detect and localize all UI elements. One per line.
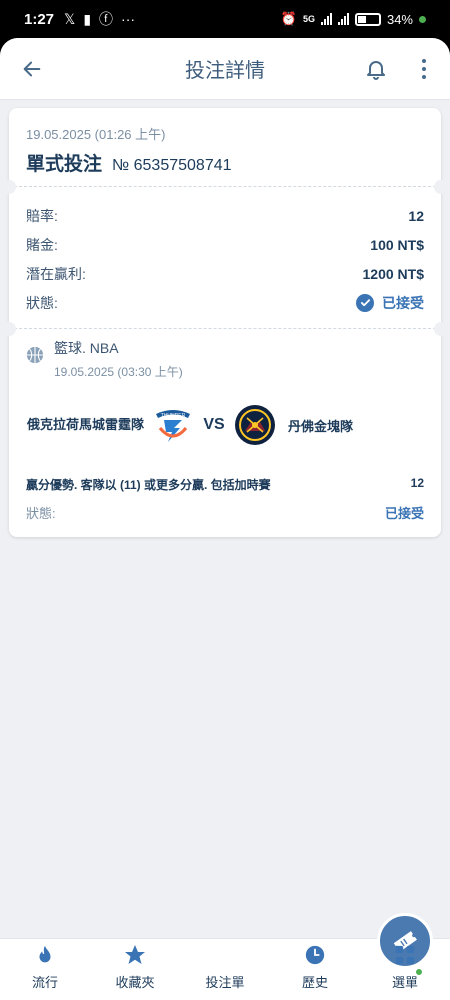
potential-win-label: 潛在贏利: — [26, 265, 86, 282]
facebook-icon: ⓕ — [99, 11, 114, 27]
dot — [422, 59, 426, 63]
nav-favorites[interactable]: 收藏夾 — [90, 939, 180, 1000]
potential-win-value: 1200 NT$ — [362, 265, 424, 282]
nav-betslip[interactable]: 投注單 — [180, 913, 433, 1000]
divider — [2, 180, 448, 194]
event-section: 籃球. NBA 19.05.2025 (03:30 上午) 俄克拉荷馬城雷霆隊 … — [9, 329, 441, 537]
nav-menu[interactable]: 選單 — [360, 939, 450, 1000]
selection-text: 贏分優勢. 客隊以 (11) 或更多分贏. 包括加時賽 — [26, 478, 271, 492]
grid-icon — [393, 943, 417, 967]
nuggets-logo-icon — [234, 404, 276, 446]
signal-icon — [320, 13, 332, 25]
selection-odds: 12 — [410, 476, 424, 490]
clock-icon — [303, 943, 327, 967]
nav-menu-label: 選單 — [391, 975, 418, 990]
status-badge: 已接受 — [356, 293, 424, 313]
menu-badge-dot — [415, 968, 423, 976]
arrow-left-icon — [23, 61, 41, 76]
status-time: 1:27 — [24, 10, 55, 28]
star-icon — [123, 943, 147, 967]
league-name: 籃球. NBA — [54, 340, 119, 356]
battery-level: 34% — [386, 11, 413, 27]
nav-betslip-label: 投注單 — [205, 975, 245, 990]
top-app-bar: 投注詳情 — [0, 38, 450, 100]
bet-values: 賠率: 12 賭金: 100 NT$ 潛在贏利: 1200 NT$ 狀態: 已接… — [9, 187, 441, 328]
signal-icon-2 — [337, 13, 349, 25]
status-value: 已接受 — [382, 294, 424, 311]
svg-text:THUNDER: THUNDER — [161, 413, 186, 419]
status-label: 狀態: — [26, 294, 58, 311]
bell-icon — [367, 61, 385, 80]
notifications-button[interactable] — [360, 53, 392, 85]
nba-app-icon: ▮ — [83, 10, 92, 27]
battery-icon — [354, 12, 381, 26]
event-status-label: 狀態: — [26, 506, 56, 521]
bet-type: 單式投注 — [26, 154, 103, 175]
dot — [422, 75, 426, 79]
network-label: 5G — [302, 14, 315, 24]
status-bar: 1:27 𝕏 ▮ ⓕ ··· ⏰ 5G 34% — [0, 0, 450, 38]
back-button[interactable] — [16, 53, 48, 85]
bottom-navigation: 流行 收藏夾 投注單 歷史 選單 — [0, 913, 450, 1000]
bet-number: № 65357508741 — [112, 157, 232, 174]
match-date: 19.05.2025 (03:30 上午) — [54, 365, 183, 379]
stake-value: 100 NT$ — [370, 236, 424, 253]
alarm-icon: ⏰ — [280, 11, 297, 26]
app-screen: 投注詳情 19.05.2025 (01:26 上午) 單式投注 № 653575… — [0, 38, 450, 1000]
odds-label: 賠率: — [26, 207, 58, 224]
odds-value: 12 — [408, 207, 424, 224]
away-team-name: 丹佛金塊隊 — [288, 418, 354, 434]
odds-row: 賠率: 12 — [26, 201, 424, 230]
event-status-row: 狀態: 已接受 — [26, 503, 424, 522]
stake-label: 賭金: — [26, 236, 58, 253]
flame-icon — [33, 943, 57, 967]
event-status-value: 已接受 — [384, 506, 424, 521]
thunder-logo-icon: THUNDER — [152, 404, 194, 446]
check-circle-icon — [356, 293, 374, 312]
bet-details-card: 19.05.2025 (01:26 上午) 單式投注 № 65357508741… — [2, 108, 448, 537]
bet-date: 19.05.2025 (01:26 上午) — [26, 127, 166, 142]
nav-history-label: 歷史 — [301, 975, 328, 990]
basketball-icon — [26, 346, 44, 364]
match-teams: 俄克拉荷馬城雷霆隊 THUNDER VS 丹佛金塊隊 — [26, 402, 424, 448]
status-row: 狀態: 已接受 — [26, 288, 424, 317]
nav-popular[interactable]: 流行 — [0, 939, 90, 1000]
bet-summary: 19.05.2025 (01:26 上午) 單式投注 № 65357508741 — [9, 108, 441, 186]
stake-row: 賭金: 100 NT$ — [26, 230, 424, 259]
more-notifications-icon: ··· — [121, 11, 136, 27]
divider — [2, 322, 448, 336]
nav-history[interactable]: 歷史 — [270, 939, 360, 1000]
nav-popular-label: 流行 — [31, 975, 58, 990]
nav-favorites-label: 收藏夾 — [115, 975, 155, 990]
selection-row: 贏分優勢. 客隊以 (11) 或更多分贏. 包括加時賽 12 — [26, 476, 424, 493]
dot — [422, 67, 426, 71]
home-team-name: 俄克拉荷馬城雷霆隊 — [26, 417, 144, 432]
x-app-icon: 𝕏 — [64, 10, 76, 27]
privacy-dot — [419, 15, 426, 23]
potential-win-row: 潛在贏利: 1200 NT$ — [26, 259, 424, 288]
more-options-button[interactable] — [412, 53, 436, 85]
vs-label: VS — [203, 416, 225, 433]
